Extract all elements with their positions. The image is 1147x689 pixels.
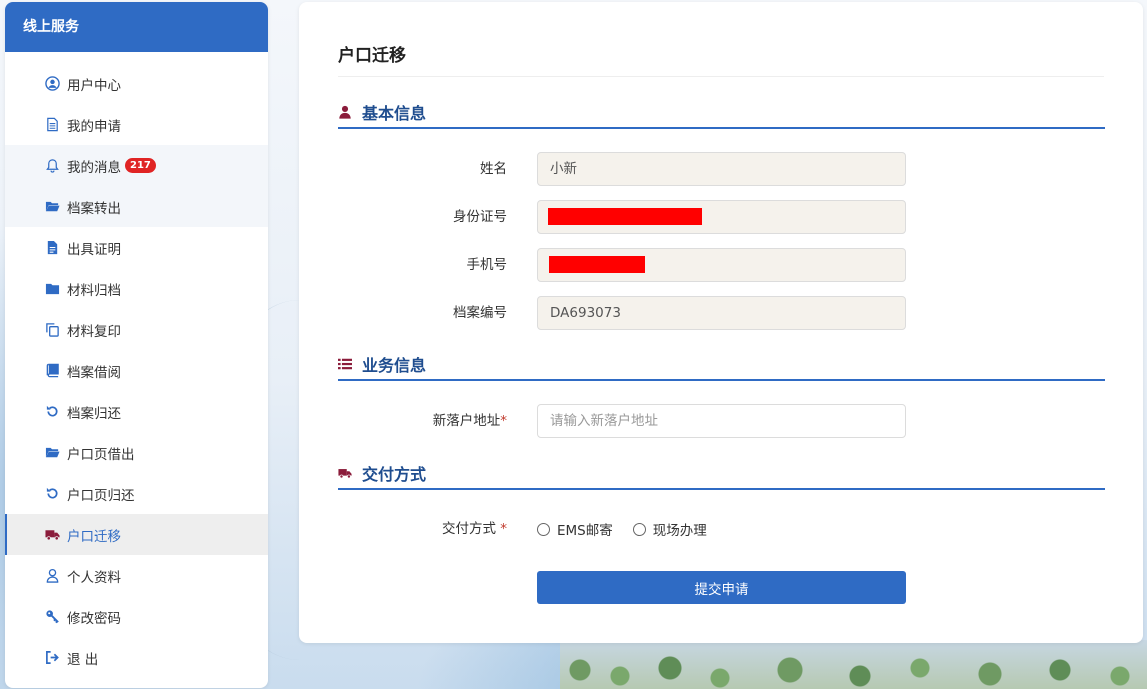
sidebar-menu: 用户中心 我的申请 我的消息 217 档案转出 出具证明 材料归档 材料复印 档… bbox=[5, 52, 268, 678]
sidebar-item-label: 档案归还 bbox=[67, 405, 121, 422]
form-row-delivery-method: 交付方式 * EMS邮寄 现场办理 bbox=[299, 512, 1143, 546]
sidebar-item-label: 户口页借出 bbox=[67, 446, 135, 463]
message-count-badge: 217 bbox=[125, 158, 156, 173]
archive-number-field: DA693073 bbox=[537, 296, 906, 330]
user-circle-icon bbox=[45, 76, 60, 91]
new-address-label: 新落户地址* bbox=[433, 404, 507, 438]
folder-icon bbox=[45, 281, 60, 296]
section-basic-info: 基本信息 bbox=[338, 97, 1105, 129]
sign-out-icon bbox=[45, 650, 60, 665]
sidebar-item-label: 户口迁移 bbox=[67, 528, 121, 545]
form-row-name: 姓名 小新 bbox=[299, 152, 1143, 186]
copy-icon bbox=[45, 322, 60, 337]
delivery-method-radio-group: EMS邮寄 现场办理 bbox=[537, 512, 727, 546]
sidebar-item-label: 个人资料 bbox=[67, 569, 121, 586]
sidebar-item-material-copy[interactable]: 材料复印 bbox=[5, 309, 268, 350]
sidebar-item-label: 出具证明 bbox=[67, 241, 121, 258]
form-row-id-number: 身份证号 bbox=[299, 200, 1143, 234]
sidebar-item-label: 修改密码 bbox=[67, 610, 121, 627]
undo-icon bbox=[45, 404, 60, 419]
form-row-new-address: 新落户地址* bbox=[299, 404, 1143, 438]
sidebar-item-archive-return[interactable]: 档案归还 bbox=[5, 391, 268, 432]
redaction-box bbox=[549, 256, 645, 273]
sidebar-item-label: 我的申请 bbox=[67, 118, 121, 135]
name-field: 小新 bbox=[537, 152, 906, 186]
archive-number-label: 档案编号 bbox=[453, 305, 507, 321]
sidebar-item-label: 退 出 bbox=[67, 651, 99, 668]
sidebar-item-label: 档案转出 bbox=[67, 200, 121, 217]
folder-open-icon bbox=[45, 445, 60, 460]
form-row-archive-number: 档案编号 DA693073 bbox=[299, 296, 1143, 330]
required-mark: * bbox=[500, 521, 507, 537]
id-number-label: 身份证号 bbox=[453, 209, 507, 225]
radio-label: 现场办理 bbox=[652, 523, 707, 539]
truck-icon bbox=[338, 466, 352, 480]
title-divider bbox=[338, 76, 1104, 77]
sidebar-item-label: 档案借阅 bbox=[67, 364, 121, 381]
submit-button[interactable]: 提交申请 bbox=[537, 571, 906, 604]
sidebar-item-my-applications[interactable]: 我的申请 bbox=[5, 104, 268, 145]
sidebar-item-personal-info[interactable]: 个人资料 bbox=[5, 555, 268, 596]
page-title: 户口迁移 bbox=[338, 46, 406, 66]
form-row-phone: 手机号 bbox=[299, 248, 1143, 282]
sidebar-item-label: 材料归档 bbox=[67, 282, 121, 299]
new-address-label-text: 新落户地址 bbox=[432, 413, 501, 429]
radio-ems-mail[interactable]: EMS邮寄 bbox=[537, 519, 613, 539]
section-title: 业务信息 bbox=[362, 356, 427, 375]
sidebar-item-my-messages[interactable]: 我的消息 217 bbox=[5, 145, 268, 186]
phone-label: 手机号 bbox=[466, 257, 508, 273]
key-icon bbox=[45, 609, 60, 624]
bell-icon bbox=[45, 158, 60, 173]
undo-icon bbox=[45, 486, 60, 501]
document-icon bbox=[45, 117, 60, 132]
sidebar-item-material-archiving[interactable]: 材料归档 bbox=[5, 268, 268, 309]
sidebar-item-change-password[interactable]: 修改密码 bbox=[5, 596, 268, 637]
redaction-box bbox=[548, 208, 702, 225]
phone-field bbox=[537, 248, 906, 282]
section-title: 基本信息 bbox=[362, 104, 427, 123]
sidebar-item-household-page-borrow[interactable]: 户口页借出 bbox=[5, 432, 268, 473]
sidebar-item-household-migration[interactable]: 户口迁移 bbox=[5, 514, 268, 555]
section-delivery-method: 交付方式 bbox=[338, 458, 1105, 490]
folder-open-icon bbox=[45, 199, 60, 214]
sidebar-item-logout[interactable]: 退 出 bbox=[5, 637, 268, 678]
sidebar-item-archive-borrow[interactable]: 档案借阅 bbox=[5, 350, 268, 391]
radio-button[interactable] bbox=[632, 522, 646, 536]
user-icon bbox=[45, 568, 60, 583]
sidebar: 线上服务 用户中心 我的申请 我的消息 217 档案转出 出具证明 材料归档 材… bbox=[5, 2, 268, 688]
sidebar-item-household-page-return[interactable]: 户口页归还 bbox=[5, 473, 268, 514]
book-icon bbox=[45, 363, 60, 378]
sidebar-item-archive-transfer-out[interactable]: 档案转出 bbox=[5, 186, 268, 227]
main-form-card: 户口迁移 基本信息 姓名 小新 身份证号 手机号 档案编号 DA693073 业… bbox=[299, 2, 1143, 643]
required-mark: * bbox=[500, 413, 507, 429]
truck-icon bbox=[45, 527, 60, 542]
name-label: 姓名 bbox=[480, 161, 507, 177]
section-title: 交付方式 bbox=[362, 465, 427, 484]
delivery-method-label: 交付方式 * bbox=[442, 512, 507, 546]
radio-button[interactable] bbox=[537, 522, 550, 536]
sidebar-item-issue-certificate[interactable]: 出具证明 bbox=[5, 227, 268, 268]
delivery-method-label-text: 交付方式 bbox=[441, 521, 501, 537]
id-number-field bbox=[537, 200, 906, 234]
sidebar-title: 线上服务 bbox=[5, 2, 268, 52]
sidebar-item-label: 户口页归还 bbox=[67, 487, 135, 504]
list-icon bbox=[338, 357, 352, 371]
sidebar-item-label: 用户中心 bbox=[67, 77, 121, 94]
file-text-icon bbox=[45, 240, 60, 255]
background-landscape bbox=[560, 640, 1147, 689]
sidebar-item-label: 材料复印 bbox=[67, 323, 121, 340]
sidebar-item-user-center[interactable]: 用户中心 bbox=[5, 63, 268, 104]
user-icon bbox=[338, 105, 352, 119]
section-business-info: 业务信息 bbox=[338, 349, 1105, 381]
radio-onsite[interactable]: 现场办理 bbox=[632, 519, 707, 539]
radio-label: EMS邮寄 bbox=[557, 523, 613, 539]
sidebar-item-label: 我的消息 bbox=[67, 159, 121, 176]
new-address-input[interactable] bbox=[537, 404, 906, 438]
